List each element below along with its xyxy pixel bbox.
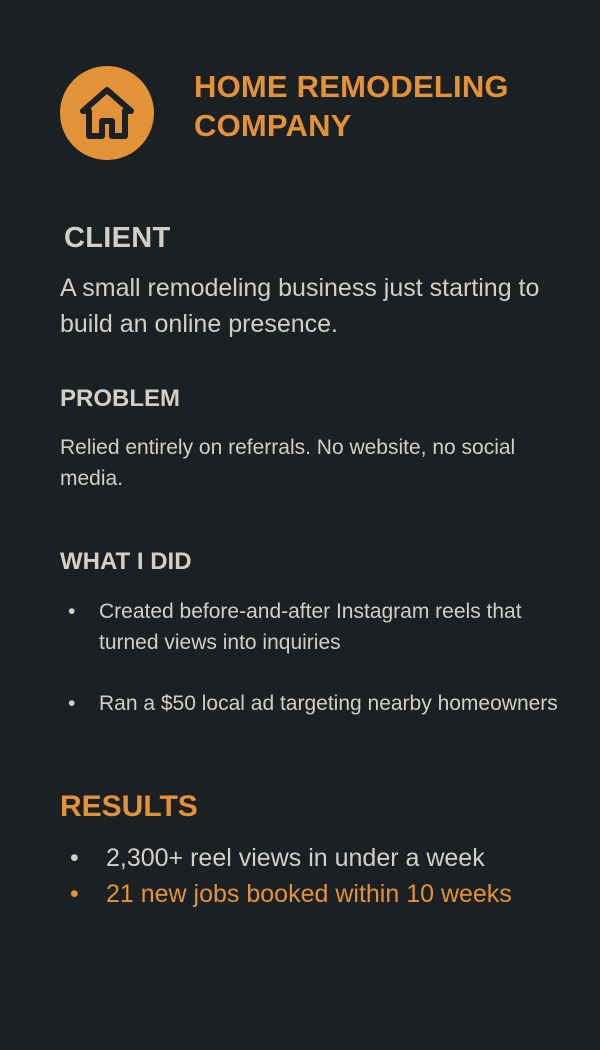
results-heading: RESULTS	[60, 790, 198, 823]
what-i-did-list: • Created before-and-after Instagram ree…	[60, 596, 560, 749]
client-text: A small remodeling business just startin…	[60, 274, 540, 338]
list-item: • Created before-and-after Instagram ree…	[60, 596, 560, 658]
what-i-did-heading: WHAT I DID	[60, 548, 192, 575]
problem-text: Relied entirely on referrals. No website…	[60, 436, 516, 490]
list-item-text: Created before-and-after Instagram reels…	[99, 600, 522, 654]
company-name: HOME REMODELING COMPANY	[194, 69, 509, 143]
list-item: • Ran a $50 local ad targeting nearby ho…	[60, 688, 560, 719]
list-item: • 21 new jobs booked within 10 weeks	[60, 876, 520, 912]
results-list: • 2,300+ reel views in under a week • 21…	[60, 840, 560, 912]
logo	[60, 66, 154, 160]
bullet-icon: •	[68, 600, 76, 623]
header: HOME REMODELING COMPANY	[60, 62, 550, 160]
list-item-text: Ran a $50 local ad targeting nearby home…	[99, 692, 558, 715]
bullet-icon: •	[68, 692, 76, 715]
bullet-icon: •	[70, 844, 79, 872]
client-heading: CLIENT	[64, 222, 171, 254]
bullet-icon: •	[70, 880, 79, 908]
problem-heading: PROBLEM	[60, 385, 180, 412]
list-item: • 2,300+ reel views in under a week	[60, 840, 560, 876]
result-text: 2,300+ reel views in under a week	[106, 844, 485, 872]
house-icon	[80, 87, 134, 139]
result-text: 21 new jobs booked within 10 weeks	[106, 880, 512, 908]
